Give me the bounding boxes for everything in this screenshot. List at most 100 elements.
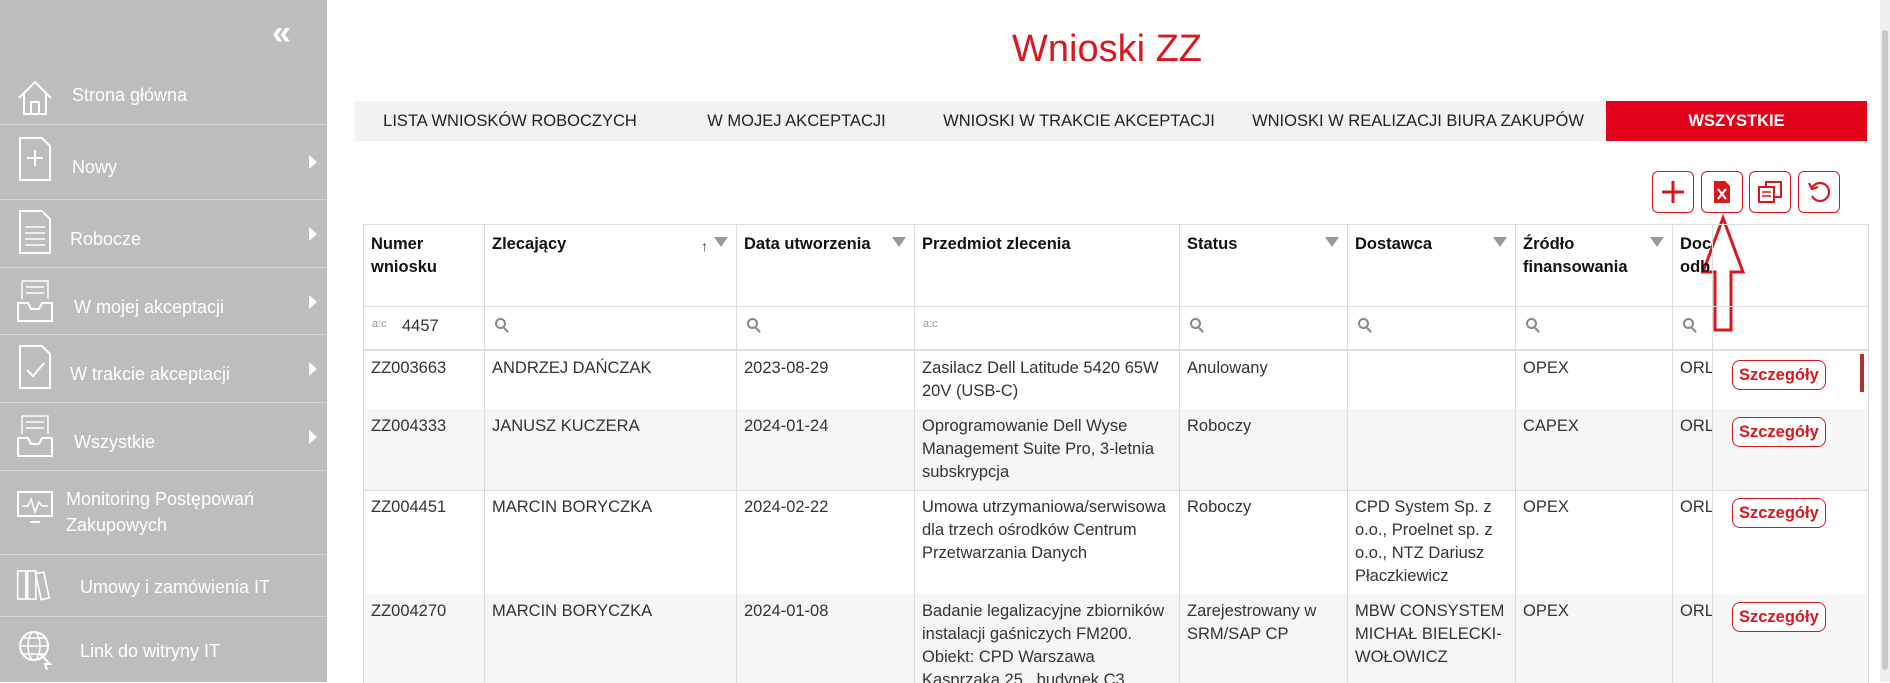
column-header-subject[interactable]: Przedmiot zlecenia bbox=[915, 225, 1180, 306]
tab-purchasing-office[interactable]: WNIOSKI W REALIZACJI BIURA ZAKUPÓW bbox=[1230, 101, 1606, 141]
details-button[interactable]: Szczegóły bbox=[1732, 360, 1826, 390]
cell-doc: ORL bbox=[1673, 351, 1713, 409]
column-header-funding-source[interactable]: Źródło finansowania bbox=[1516, 225, 1673, 306]
cell-date: 2023-08-29 bbox=[737, 351, 915, 409]
details-button[interactable]: Szczegóły bbox=[1732, 602, 1826, 632]
cell-date: 2024-02-22 bbox=[737, 490, 915, 594]
page-scrollbar[interactable] bbox=[1880, 0, 1890, 682]
sort-asc-icon: ↑ bbox=[701, 238, 708, 254]
excel-export-button[interactable] bbox=[1701, 171, 1743, 213]
table-row[interactable]: ZZ004270 MARCIN BORYCZKA 2024-01-08 Bada… bbox=[364, 594, 1869, 683]
cell-subject: Zasilacz Dell Latitude 5420 65W 20V (USB… bbox=[915, 351, 1180, 409]
sidebar-item-label: Umowy i zamówienia IT bbox=[80, 577, 271, 597]
search-icon bbox=[495, 318, 506, 329]
copy-icon bbox=[1758, 181, 1782, 203]
cell-supplier: MBW CONSYSTEM MICHAŁ BIELECKI-WOŁOWICZ bbox=[1348, 594, 1516, 683]
chevron-right-icon bbox=[309, 430, 317, 444]
filter-icon[interactable] bbox=[1325, 237, 1339, 247]
sidebar-item-contracts[interactable]: Umowy i zamówienia IT bbox=[0, 554, 327, 617]
filter-cell-number[interactable]: a:c 4457 bbox=[364, 306, 485, 349]
column-header-status[interactable]: Status bbox=[1180, 225, 1348, 306]
cell-requester: MARCIN BORYCZKA bbox=[485, 490, 737, 594]
sidebar-item-home[interactable]: Strona główna bbox=[0, 68, 327, 125]
filter-cell-date[interactable] bbox=[737, 306, 915, 349]
cell-funding: OPEX bbox=[1516, 351, 1673, 409]
filter-input-number[interactable]: 4457 bbox=[402, 317, 439, 336]
scrollbar-thumb[interactable] bbox=[1882, 30, 1888, 670]
sidebar-item-monitoring[interactable]: Monitoring Postępowań Zakupowych bbox=[0, 470, 327, 555]
copy-button[interactable] bbox=[1749, 171, 1791, 213]
filter-cell-supplier[interactable] bbox=[1348, 306, 1516, 349]
search-icon bbox=[1358, 318, 1369, 329]
filter-icon[interactable] bbox=[714, 237, 728, 247]
scroll-indicator[interactable] bbox=[1860, 354, 1864, 392]
cell-number: ZZ003663 bbox=[364, 351, 485, 409]
add-button[interactable] bbox=[1652, 171, 1694, 213]
cell-supplier: CPD System Sp. z o.o., Proelnet sp. z o.… bbox=[1348, 490, 1516, 594]
document-icon bbox=[19, 210, 51, 254]
sidebar-item-label: Strona główna bbox=[72, 85, 188, 105]
add-icon bbox=[1662, 181, 1684, 203]
inbox-stack-icon bbox=[17, 415, 53, 457]
table-row[interactable]: ZZ003663 ANDRZEJ DAŃCZAK 2023-08-29 Zasi… bbox=[364, 351, 1869, 410]
filter-cell-status[interactable] bbox=[1180, 306, 1348, 349]
details-button[interactable]: Szczegóły bbox=[1732, 498, 1826, 528]
search-icon bbox=[1683, 318, 1694, 329]
sidebar-item-label: W mojej akceptacji bbox=[74, 297, 225, 317]
filter-cell-doc[interactable] bbox=[1673, 306, 1713, 349]
sidebar-item-new[interactable]: Nowy bbox=[0, 124, 327, 200]
column-header-number[interactable]: Numer wniosku bbox=[364, 225, 485, 306]
tab-drafts-list[interactable]: LISTA WNIOSKÓW ROBOCZYCH bbox=[355, 101, 665, 141]
table-row[interactable]: ZZ004333 JANUSZ KUCZERA 2024-01-24 Oprog… bbox=[364, 409, 1869, 491]
tab-all[interactable]: WSZYSTKIE bbox=[1606, 101, 1867, 141]
filter-icon[interactable] bbox=[892, 237, 906, 247]
filter-icon[interactable] bbox=[1493, 237, 1507, 247]
chevron-right-icon bbox=[309, 155, 317, 169]
column-header-doc[interactable]: Doc odb bbox=[1673, 225, 1713, 306]
details-button[interactable]: Szczegóły bbox=[1732, 417, 1826, 447]
cell-number: ZZ004270 bbox=[364, 594, 485, 683]
cell-funding: OPEX bbox=[1516, 594, 1673, 683]
cell-status: Roboczy bbox=[1180, 409, 1348, 490]
collapse-sidebar-button[interactable]: « bbox=[272, 16, 291, 50]
cell-actions: Szczegóły bbox=[1713, 594, 1869, 683]
cell-number: ZZ004333 bbox=[364, 409, 485, 490]
chevron-right-icon bbox=[309, 227, 317, 241]
cell-subject: Umowa utrzymaniowa/serwisowa dla trzech … bbox=[915, 490, 1180, 594]
sidebar-item-drafts[interactable]: Robocze bbox=[0, 199, 327, 268]
checked-document-icon bbox=[19, 345, 51, 389]
filter-icon[interactable] bbox=[1650, 237, 1664, 247]
cell-subject: Oprogramowanie Dell Wyse Management Suit… bbox=[915, 409, 1180, 490]
cell-doc: ORL bbox=[1673, 409, 1713, 490]
table-row[interactable]: ZZ004451 MARCIN BORYCZKA 2024-02-22 Umow… bbox=[364, 490, 1869, 595]
cell-actions: Szczegóły bbox=[1713, 490, 1869, 594]
cell-requester: ANDRZEJ DAŃCZAK bbox=[485, 351, 737, 409]
column-header-supplier[interactable]: Dostawca bbox=[1348, 225, 1516, 306]
sidebar-item-it-link[interactable]: Link do witryny IT bbox=[0, 616, 327, 682]
cell-subject: Badanie legalizacyjne zbiorników instala… bbox=[915, 594, 1180, 683]
sidebar: « Strona główna Nowy Robocze W mojej akc… bbox=[0, 0, 327, 682]
sidebar-item-label: Link do witryny IT bbox=[80, 641, 221, 661]
sidebar-item-in-acceptance[interactable]: W trakcie akceptacji bbox=[0, 334, 327, 403]
column-header-requester[interactable]: Zlecający ↑ bbox=[485, 225, 737, 306]
sidebar-item-label: W trakcie akceptacji bbox=[70, 364, 231, 384]
sidebar-item-all[interactable]: Wszystkie bbox=[0, 402, 327, 471]
cell-funding: OPEX bbox=[1516, 490, 1673, 594]
home-icon bbox=[18, 80, 52, 115]
sidebar-item-my-acceptance[interactable]: W mojej akceptacji bbox=[0, 267, 327, 335]
search-icon bbox=[1190, 318, 1201, 329]
tab-my-acceptance[interactable]: W MOJEJ AKCEPTACJI bbox=[665, 101, 928, 141]
inbox-icon bbox=[17, 280, 53, 322]
cell-status: Roboczy bbox=[1180, 490, 1348, 594]
filter-cell-subject[interactable]: a:c bbox=[915, 306, 1180, 349]
sidebar-item-label: Monitoring Postępowań Zakupowych bbox=[66, 489, 255, 535]
column-header-actions bbox=[1713, 225, 1869, 306]
refresh-button[interactable] bbox=[1798, 171, 1840, 213]
sidebar-item-label: Nowy bbox=[72, 157, 118, 177]
column-header-created-date[interactable]: Data utworzenia bbox=[737, 225, 915, 306]
filter-cell-requester[interactable] bbox=[485, 306, 737, 349]
tab-in-acceptance[interactable]: WNIOSKI W TRAKCIE AKCEPTACJI bbox=[928, 101, 1230, 141]
filter-row: a:c 4457 a:c bbox=[364, 306, 1869, 351]
filter-cell-funding[interactable] bbox=[1516, 306, 1673, 349]
new-document-icon bbox=[19, 137, 51, 181]
